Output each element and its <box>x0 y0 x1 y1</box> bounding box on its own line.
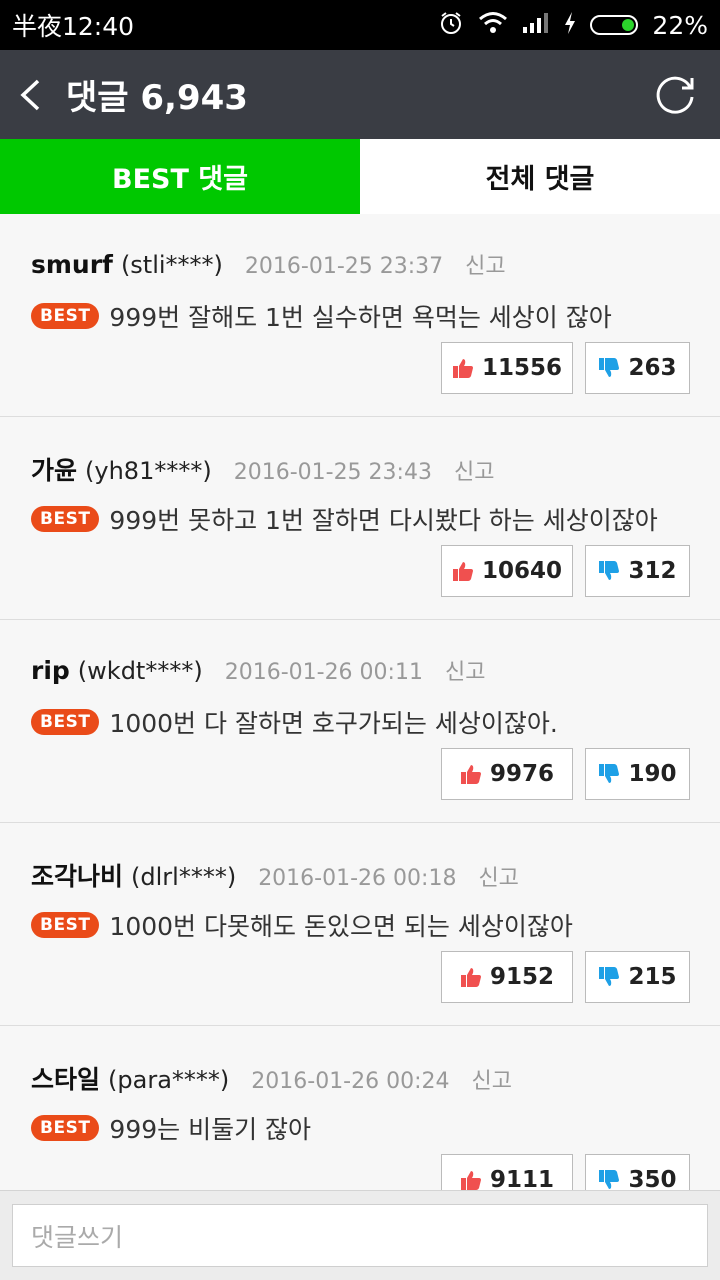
comment-nickname: smurf <box>31 250 113 279</box>
charging-icon <box>564 12 576 38</box>
comment-list[interactable]: smurf (stli****) 2016-01-25 23:37 신고 BES… <box>0 214 720 1190</box>
like-button[interactable]: 9111 <box>441 1154 573 1190</box>
comment-text: 1000번 다 잘하면 호구가되는 세상이잖아. <box>109 709 558 738</box>
comment-date: 2016-01-25 23:37 <box>244 254 444 279</box>
like-count: 9976 <box>489 761 554 787</box>
comment-item: 스타일 (para****) 2016-01-26 00:24 신고 BEST … <box>0 1026 720 1190</box>
comment-date: 2016-01-26 00:11 <box>224 660 423 685</box>
chevron-left-icon <box>20 79 40 110</box>
comment-date: 2016-01-26 00:18 <box>258 866 457 891</box>
best-badge: BEST <box>31 303 100 329</box>
thumbs-up-icon <box>460 968 481 987</box>
status-bar: 半夜12:40 22% <box>0 0 720 50</box>
comment-text: 999번 잘해도 1번 실수하면 욕먹는 세상이 잖아 <box>109 303 612 332</box>
back-button[interactable] <box>0 50 60 139</box>
thumbs-up-icon <box>452 359 473 378</box>
tab-best-comments[interactable]: BEST 댓글 <box>0 139 360 214</box>
thumbs-down-icon <box>599 358 620 377</box>
thumbs-down-icon <box>599 764 620 783</box>
comment-item: 조각나비 (dlrl****) 2016-01-26 00:18 신고 BEST… <box>0 823 720 1026</box>
report-link[interactable]: 신고 <box>454 454 494 486</box>
like-button[interactable]: 11556 <box>441 342 573 394</box>
tab-all-comments[interactable]: 전체 댓글 <box>360 139 720 214</box>
thumbs-down-icon <box>599 967 620 986</box>
comment-user-id: (stli****) <box>120 251 223 279</box>
thumbs-up-icon <box>460 765 481 784</box>
comment-input-bar: 댓글쓰기 <box>0 1190 720 1280</box>
best-badge: BEST <box>31 506 100 532</box>
comment-item: smurf (stli****) 2016-01-25 23:37 신고 BES… <box>0 214 720 417</box>
comment-user-id: (wkdt****) <box>77 657 203 685</box>
comment-nickname: 가윤 <box>31 456 78 485</box>
best-badge: BEST <box>31 709 100 735</box>
status-icons: 22% <box>438 10 708 40</box>
best-badge: BEST <box>31 1115 100 1141</box>
comment-user-id: (yh81****) <box>85 457 212 485</box>
dislike-count: 215 <box>628 964 677 990</box>
comment-nickname: 스타일 <box>31 1065 101 1094</box>
thumbs-up-icon <box>452 562 473 581</box>
dislike-button[interactable]: 312 <box>585 545 690 597</box>
dislike-count: 190 <box>628 761 677 787</box>
refresh-icon <box>656 76 693 114</box>
comment-user-id: (dlrl****) <box>131 863 237 891</box>
like-button[interactable]: 9152 <box>441 951 573 1003</box>
comment-item: 가윤 (yh81****) 2016-01-25 23:43 신고 BEST 9… <box>0 417 720 620</box>
dislike-button[interactable]: 215 <box>585 951 690 1003</box>
comment-nickname: rip <box>31 656 70 685</box>
comment-text: 999는 비둘기 잖아 <box>109 1115 312 1144</box>
comment-text: 999번 못하고 1번 잘하면 다시봤다 하는 세상이잖아 <box>109 506 658 535</box>
comment-date: 2016-01-25 23:43 <box>233 460 432 485</box>
comment-date: 2016-01-26 00:24 <box>251 1069 450 1094</box>
comment-text: 1000번 다못해도 돈있으면 되는 세상이잖아 <box>109 912 573 941</box>
report-link[interactable]: 신고 <box>465 248 505 280</box>
like-count: 9111 <box>489 1167 554 1190</box>
like-count: 9152 <box>489 964 554 990</box>
refresh-button[interactable] <box>631 50 720 139</box>
comment-item: rip (wkdt****) 2016-01-26 00:11 신고 BEST … <box>0 620 720 823</box>
dislike-button[interactable]: 263 <box>585 342 690 394</box>
like-count: 11556 <box>481 355 563 381</box>
like-button[interactable]: 10640 <box>441 545 573 597</box>
battery-icon <box>590 15 639 35</box>
dislike-button[interactable]: 350 <box>585 1154 690 1190</box>
like-button[interactable]: 9976 <box>441 748 573 800</box>
comment-tabs: BEST 댓글 전체 댓글 <box>0 139 720 214</box>
status-time: 半夜12:40 <box>12 12 135 41</box>
alarm-icon <box>438 10 464 40</box>
page-title: 댓글 6,943 <box>66 78 248 118</box>
dislike-count: 350 <box>628 1167 677 1190</box>
report-link[interactable]: 신고 <box>478 860 518 892</box>
best-badge: BEST <box>31 912 100 938</box>
signal-icon <box>522 12 550 38</box>
comment-user-id: (para****) <box>108 1066 230 1094</box>
comment-input[interactable]: 댓글쓰기 <box>12 1204 708 1267</box>
dislike-count: 263 <box>628 355 677 381</box>
like-count: 10640 <box>481 558 563 584</box>
report-link[interactable]: 신고 <box>445 654 485 686</box>
app-header: 댓글 6,943 <box>0 50 720 139</box>
thumbs-down-icon <box>599 1170 620 1189</box>
comment-nickname: 조각나비 <box>31 862 124 891</box>
battery-percent: 22% <box>652 10 708 40</box>
thumbs-down-icon <box>599 561 620 580</box>
thumbs-up-icon <box>460 1171 481 1190</box>
wifi-icon <box>478 11 508 39</box>
dislike-count: 312 <box>628 558 677 584</box>
dislike-button[interactable]: 190 <box>585 748 690 800</box>
report-link[interactable]: 신고 <box>472 1063 512 1095</box>
